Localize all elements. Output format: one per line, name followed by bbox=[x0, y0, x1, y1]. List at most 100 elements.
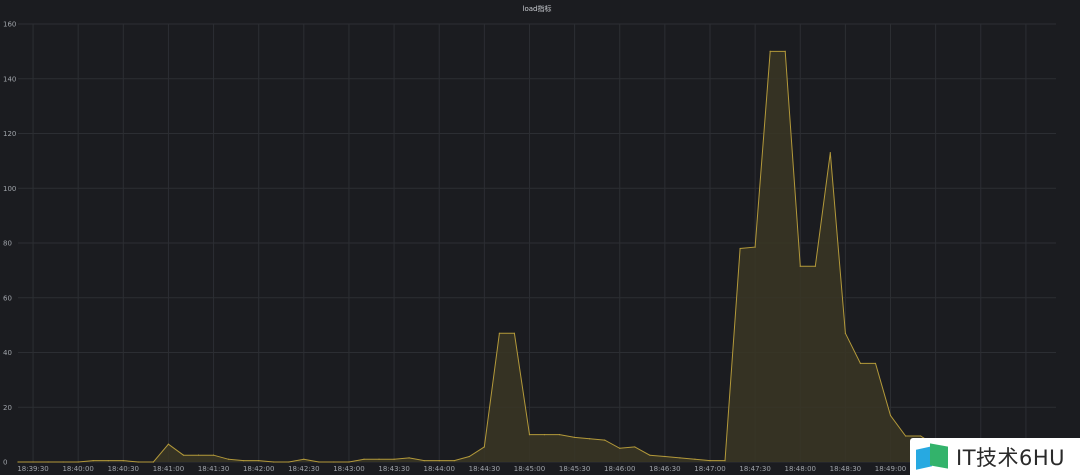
y-tick-label: 40 bbox=[3, 349, 12, 357]
data-point bbox=[754, 246, 756, 248]
data-point bbox=[829, 152, 831, 154]
data-point bbox=[393, 458, 395, 460]
data-point bbox=[333, 461, 335, 463]
y-tick-label: 0 bbox=[3, 459, 7, 467]
data-point bbox=[814, 265, 816, 267]
x-tick-label: 18:45:30 bbox=[559, 465, 590, 473]
data-point bbox=[468, 455, 470, 458]
data-point bbox=[498, 332, 500, 334]
data-point bbox=[318, 461, 320, 463]
chart-title: load指标 bbox=[523, 4, 552, 13]
data-point bbox=[408, 457, 410, 459]
watermark: IT技术6HU bbox=[910, 438, 1080, 475]
data-point bbox=[438, 460, 440, 462]
data-point bbox=[152, 461, 154, 463]
x-tick-label: 18:41:00 bbox=[153, 465, 184, 473]
data-point bbox=[182, 454, 185, 456]
data-point bbox=[694, 458, 696, 460]
data-point bbox=[483, 446, 485, 448]
chart-panel: load指标 0 20 40 60 80 100 120 140 160 18:39:30 18:… bbox=[0, 0, 1080, 475]
data-point bbox=[197, 454, 200, 456]
data-point bbox=[513, 332, 516, 334]
watermark-text: IT技术6HU bbox=[956, 445, 1066, 470]
data-point bbox=[649, 454, 651, 456]
data-point bbox=[799, 265, 801, 267]
data-point bbox=[619, 447, 621, 449]
area-chart: load指标 020406080100120140160 18:39:30 18:… bbox=[3, 4, 1057, 473]
data-point bbox=[453, 460, 455, 462]
data-point bbox=[664, 455, 666, 458]
y-tick-label: 120 bbox=[3, 130, 16, 138]
y-gridlines bbox=[18, 23, 1056, 463]
data-point bbox=[47, 461, 49, 463]
data-point bbox=[378, 458, 380, 460]
y-tick-label: 80 bbox=[3, 240, 12, 248]
data-point bbox=[258, 460, 260, 462]
data-point bbox=[77, 461, 79, 463]
y-tick-label: 160 bbox=[3, 21, 16, 29]
data-point bbox=[769, 50, 771, 52]
x-tick-label: 18:46:00 bbox=[604, 465, 635, 473]
data-point bbox=[574, 436, 576, 438]
data-point bbox=[844, 332, 846, 334]
x-tick-label: 18:46:30 bbox=[649, 465, 680, 473]
data-point bbox=[604, 439, 606, 441]
data-point bbox=[122, 460, 124, 462]
data-point bbox=[32, 461, 34, 463]
x-tick-label: 18:43:00 bbox=[333, 465, 364, 473]
x-tick-label: 18:40:00 bbox=[62, 465, 93, 473]
data-point bbox=[92, 460, 94, 462]
y-tick-label: 20 bbox=[3, 404, 12, 412]
data-point bbox=[348, 461, 350, 463]
data-point bbox=[889, 414, 892, 417]
data-point bbox=[874, 362, 877, 365]
data-point bbox=[167, 443, 170, 445]
series-area bbox=[18, 51, 1056, 463]
data-point bbox=[859, 362, 862, 365]
data-point bbox=[243, 460, 245, 462]
x-tick-label: 18:48:00 bbox=[785, 465, 816, 473]
x-tick-label: 18:47:00 bbox=[694, 465, 725, 473]
x-tick-label: 18:48:30 bbox=[830, 465, 861, 473]
x-tick-label: 18:44:30 bbox=[469, 465, 500, 473]
x-tick-label: 18:40:30 bbox=[108, 465, 139, 473]
x-axis: 18:39:30 18:40:00 18:40:30 18:41:00 18:41:30… bbox=[17, 465, 1041, 473]
data-point bbox=[528, 434, 531, 436]
data-point bbox=[212, 454, 215, 456]
data-point bbox=[904, 435, 907, 437]
data-point bbox=[634, 446, 636, 448]
data-point bbox=[709, 460, 711, 462]
data-point bbox=[228, 458, 230, 460]
y-tick-label: 60 bbox=[3, 294, 12, 302]
y-axis: 0 20 40 60 80 100 120 140 160 bbox=[3, 21, 16, 467]
series-line bbox=[18, 50, 1056, 463]
data-point bbox=[724, 460, 726, 462]
x-tick-label: 18:42:00 bbox=[243, 465, 274, 473]
data-point bbox=[423, 460, 425, 462]
data-point bbox=[17, 461, 19, 463]
series-points bbox=[17, 50, 1057, 463]
data-point bbox=[739, 247, 741, 250]
x-tick-label: 18:39:30 bbox=[17, 465, 48, 473]
x-tick-label: 18:49:00 bbox=[875, 465, 906, 473]
x-tick-label: 18:45:00 bbox=[514, 465, 545, 473]
data-point bbox=[303, 458, 305, 460]
data-point bbox=[363, 458, 365, 460]
data-point bbox=[920, 435, 922, 437]
x-tick-label: 18:43:30 bbox=[378, 465, 409, 473]
y-tick-label: 100 bbox=[3, 185, 16, 193]
x-tick-label: 18:44:00 bbox=[423, 465, 454, 473]
x-tick-label: 18:42:30 bbox=[288, 465, 319, 473]
data-point bbox=[558, 434, 561, 436]
data-point bbox=[137, 461, 139, 463]
x-tick-label: 18:47:30 bbox=[739, 465, 770, 473]
y-tick-label: 140 bbox=[3, 75, 16, 83]
data-point bbox=[679, 457, 681, 459]
book-logo-icon bbox=[916, 442, 950, 470]
data-point bbox=[589, 438, 591, 440]
data-point bbox=[784, 50, 786, 52]
data-point bbox=[107, 460, 109, 462]
data-point bbox=[543, 434, 546, 436]
x-tick-label: 18:41:30 bbox=[198, 465, 229, 473]
data-point bbox=[273, 461, 275, 463]
